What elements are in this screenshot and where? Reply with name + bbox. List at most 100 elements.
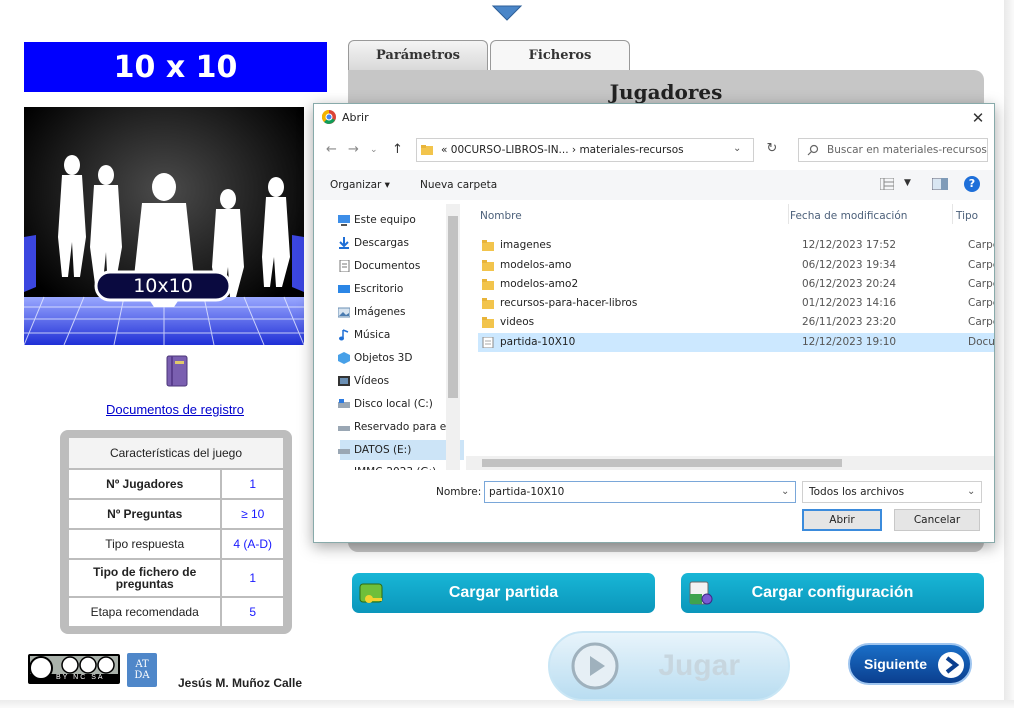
atda-logo-text: AT DA (134, 659, 150, 681)
up-arrow-icon[interactable]: ↑ (392, 142, 403, 157)
music-icon (339, 329, 349, 341)
chevron-down-icon[interactable] (490, 2, 524, 24)
char-value-stage: 5 (222, 598, 283, 626)
file-row[interactable]: videos 26/11/2023 23:20 Carpeta (478, 313, 994, 332)
load-config-button[interactable]: Cargar configuración (681, 573, 984, 613)
filename-value: partida-10X10 (489, 486, 565, 498)
back-arrow-icon[interactable]: ← (326, 142, 337, 157)
next-button[interactable]: Siguiente (848, 643, 972, 685)
file-list: Nombre Fecha de modificación Tipo imagen… (466, 202, 994, 468)
registration-docs-link[interactable]: Documentos de registro (0, 402, 350, 417)
refresh-icon[interactable]: ↻ (760, 138, 784, 162)
filename-input[interactable]: partida-10X10 ⌄ (484, 481, 796, 503)
char-label-questions: Nº Preguntas (69, 500, 221, 528)
file-date: 12/12/2023 17:52 (802, 239, 897, 251)
char-label-players: Nº Jugadores (69, 470, 221, 498)
search-placeholder: Buscar en materiales-recursos (827, 144, 987, 156)
file-row[interactable]: recursos-para-hacer-libros 01/12/2023 14… (478, 294, 994, 313)
chevron-down-icon[interactable]: ⌄ (967, 486, 975, 497)
drive-icon (338, 449, 350, 454)
book-icon[interactable] (165, 355, 189, 387)
play-icon (571, 642, 619, 690)
cc-badge-text: BY NC SA (56, 674, 105, 681)
file-row[interactable]: modelos-amo 06/12/2023 19:34 Carpeta (478, 256, 994, 275)
forward-arrow-icon[interactable]: → (348, 142, 359, 157)
help-icon[interactable]: ? (964, 176, 980, 192)
load-config-label: Cargar configuración (751, 584, 914, 601)
nav-item-label: Imágenes (354, 306, 406, 318)
recent-chevron-icon[interactable]: ⌄ (370, 145, 378, 155)
filename-label: Nombre: (436, 486, 482, 498)
folder-icon (482, 279, 494, 290)
horizontal-scrollbar-thumb[interactable] (482, 459, 842, 467)
tab-files[interactable]: Ficheros (490, 40, 630, 70)
column-header-type[interactable]: Tipo (956, 210, 978, 222)
nav-item-label: Vídeos (354, 375, 390, 387)
file-row-selected[interactable]: partida-10X10 12/12/2023 19:10 Docum (478, 333, 994, 352)
play-button[interactable]: Jugar (548, 631, 790, 701)
tab-parameters[interactable]: Parámetros (348, 40, 488, 70)
chevron-down-icon[interactable]: ⌄ (733, 143, 741, 154)
close-icon[interactable]: ✕ (968, 108, 988, 128)
folder-icon (482, 317, 494, 328)
view-options-icon[interactable] (880, 178, 894, 190)
char-value-answer-type: 4 (A-D) (222, 530, 283, 558)
cancel-button[interactable]: Cancelar (894, 509, 980, 531)
file-row[interactable]: modelos-amo2 06/12/2023 20:24 Carpeta (478, 275, 994, 294)
chevron-down-icon[interactable]: ⌄ (781, 486, 789, 497)
load-game-button[interactable]: Cargar partida (352, 573, 655, 613)
video-icon (338, 376, 350, 386)
nav-item-label: Escritorio (354, 283, 404, 295)
file-date: 01/12/2023 14:16 (802, 297, 897, 309)
address-bar[interactable]: « 00CURSO-LIBROS-IN... › materiales-recu… (416, 138, 754, 162)
config-file-icon (689, 581, 713, 605)
char-label-stage: Etapa recomendada (69, 598, 221, 626)
download-icon (339, 237, 349, 249)
game-cover-caption: 10x10 (133, 275, 193, 297)
cc-license-badge[interactable]: BY NC SA (28, 654, 120, 684)
folder-icon (482, 240, 494, 251)
address-path: « 00CURSO-LIBROS-IN... › materiales-recu… (441, 144, 684, 156)
file-type-select[interactable]: Todos los archivos ⌄ (802, 481, 982, 503)
file-name: recursos-para-hacer-libros (500, 297, 638, 309)
char-label-file-type: Tipo de fichero de preguntas (69, 560, 221, 596)
nav-scrollbar-thumb[interactable] (448, 216, 458, 398)
file-date: 26/11/2023 23:20 (802, 316, 897, 328)
next-label: Siguiente (864, 656, 928, 672)
desktop-icon (338, 285, 350, 293)
file-name: modelos-amo2 (500, 278, 579, 290)
new-folder-button[interactable]: Nueva carpeta (420, 179, 497, 191)
chrome-icon (322, 110, 336, 124)
file-date: 06/12/2023 19:34 (802, 259, 897, 271)
search-input[interactable]: Buscar en materiales-recursos (798, 138, 988, 162)
arrow-right-icon (938, 652, 964, 678)
dialog-titlebar[interactable]: Abrir ✕ (314, 104, 994, 132)
view-caret-icon[interactable]: ▼ (904, 178, 911, 188)
file-name: videos (500, 316, 535, 328)
game-title: 10 x 10 (24, 42, 327, 92)
file-type: Docum (968, 336, 994, 348)
organize-menu[interactable]: Organizar ▾ (330, 179, 390, 191)
char-value-file-type: 1 (222, 560, 283, 596)
file-date: 06/12/2023 20:24 (802, 278, 897, 290)
nav-item-label: Descargas (354, 237, 409, 249)
file-name: imagenes (500, 239, 552, 251)
open-button[interactable]: Abrir (802, 509, 882, 531)
char-value-questions: ≥ 10 (222, 500, 283, 528)
characteristics-header: Características del juego (69, 438, 283, 468)
column-divider[interactable] (788, 204, 789, 224)
navigation-pane: Este equipo Descargas Documentos Escrito… (314, 202, 464, 470)
command-bar: Organizar ▾ Nueva carpeta ▼ ? (314, 170, 994, 200)
preview-pane-icon[interactable] (932, 178, 948, 190)
drive-icon (338, 466, 350, 470)
file-row[interactable]: imagenes 12/12/2023 17:52 Carpeta (478, 236, 994, 255)
column-header-date[interactable]: Fecha de modificación (790, 210, 907, 222)
column-header-name[interactable]: Nombre (480, 210, 522, 222)
play-label: Jugar (658, 649, 740, 682)
search-icon (807, 144, 819, 156)
author-name: Jesús M. Muñoz Calle (178, 676, 303, 690)
file-type: Carpeta (968, 278, 994, 290)
cube-icon (338, 352, 350, 364)
computer-icon (338, 215, 350, 226)
column-divider[interactable] (952, 204, 953, 224)
